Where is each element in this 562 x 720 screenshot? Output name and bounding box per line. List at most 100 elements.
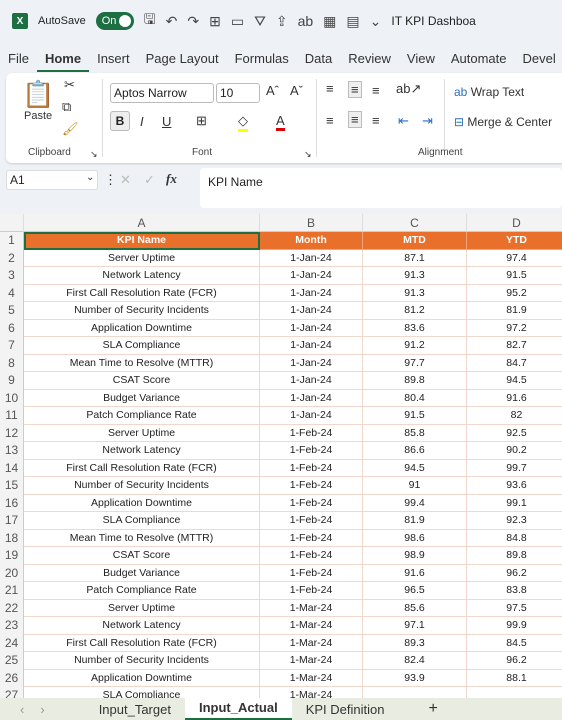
table-cell[interactable]: 99.9 bbox=[467, 617, 562, 635]
header-cell[interactable]: YTD bbox=[467, 232, 562, 250]
share-icon[interactable]: ⇪ bbox=[276, 13, 288, 30]
table-cell[interactable]: 1-Jan-24 bbox=[260, 302, 363, 320]
row-header[interactable]: 23 bbox=[0, 617, 24, 635]
menu-tab-review[interactable]: Review bbox=[340, 46, 399, 72]
row-header[interactable]: 3 bbox=[0, 267, 24, 285]
chevron-down-icon[interactable]: ⌄ bbox=[86, 172, 94, 183]
row-header[interactable]: 6 bbox=[0, 319, 24, 337]
table-cell[interactable]: 81.9 bbox=[363, 512, 467, 530]
table-cell[interactable]: 1-Jan-24 bbox=[260, 407, 363, 425]
align-right-icon[interactable]: ≡ bbox=[372, 113, 380, 128]
orientation-icon[interactable]: ab↗ bbox=[396, 81, 421, 97]
column-header-b[interactable]: B bbox=[260, 214, 363, 232]
align-center-icon[interactable]: ≡ bbox=[348, 111, 362, 128]
formula-input[interactable]: KPI Name bbox=[200, 168, 562, 208]
menu-tab-file[interactable]: File bbox=[0, 46, 37, 72]
row-header[interactable]: 9 bbox=[0, 372, 24, 390]
table-cell[interactable]: 85.6 bbox=[363, 599, 467, 617]
dialog-launcher-icon[interactable]: ↘ bbox=[304, 149, 312, 160]
increase-font-icon[interactable]: Aˆ bbox=[266, 83, 279, 98]
wrap-text-button[interactable]: ab Wrap Text bbox=[454, 85, 524, 99]
table-cell[interactable]: CSAT Score bbox=[24, 547, 260, 565]
menu-tab-formulas[interactable]: Formulas bbox=[227, 46, 297, 72]
table-cell[interactable] bbox=[467, 687, 562, 698]
bold-button[interactable]: B bbox=[110, 111, 130, 131]
menu-tab-home[interactable]: Home bbox=[36, 46, 90, 72]
table-cell[interactable]: 89.3 bbox=[363, 634, 467, 652]
table-cell[interactable]: SLA Compliance bbox=[24, 687, 260, 698]
calculator-icon[interactable]: ▤ bbox=[346, 13, 359, 30]
table-cell[interactable]: 96.2 bbox=[467, 565, 562, 582]
table-cell[interactable]: 1-Feb-24 bbox=[260, 424, 363, 442]
filter-icon[interactable]: ⛛ bbox=[254, 13, 266, 30]
sheet-tab-input-target[interactable]: Input_Target bbox=[85, 702, 185, 717]
table-cell[interactable]: 85.8 bbox=[363, 424, 467, 442]
borders-icon[interactable]: ⊞ bbox=[196, 113, 207, 129]
row-header[interactable]: 13 bbox=[0, 442, 24, 460]
table-cell[interactable]: Patch Compliance Rate bbox=[24, 407, 260, 425]
table-cell[interactable]: 81.9 bbox=[467, 302, 562, 320]
decrease-indent-icon[interactable]: ⇤ bbox=[398, 113, 409, 129]
table-cell[interactable]: 1-Mar-24 bbox=[260, 652, 363, 670]
table-cell[interactable]: 84.7 bbox=[467, 355, 562, 372]
table-cell[interactable]: 1-Mar-24 bbox=[260, 687, 363, 698]
table-cell[interactable]: SLA Compliance bbox=[24, 512, 260, 530]
row-header[interactable]: 25 bbox=[0, 652, 24, 670]
row-header[interactable]: 20 bbox=[0, 564, 24, 582]
row-header[interactable]: 2 bbox=[0, 249, 24, 267]
table-cell[interactable]: Server Uptime bbox=[24, 424, 260, 442]
table-cell[interactable]: 89.8 bbox=[363, 372, 467, 390]
table-cell[interactable]: CSAT Score bbox=[24, 372, 260, 390]
table-cell[interactable]: 82 bbox=[467, 407, 562, 425]
autosave-toggle[interactable]: On bbox=[95, 12, 134, 30]
table-cell[interactable]: Mean Time to Resolve (MTTR) bbox=[24, 529, 260, 547]
table-cell[interactable]: 1-Feb-24 bbox=[260, 494, 363, 512]
enter-icon[interactable]: ✓ bbox=[144, 172, 155, 188]
row-header[interactable]: 17 bbox=[0, 512, 24, 530]
table-cell[interactable]: 91.3 bbox=[363, 267, 467, 285]
table-cell[interactable]: Number of Security Incidents bbox=[24, 477, 260, 495]
table-cell[interactable]: 1-Jan-24 bbox=[260, 319, 363, 337]
table-cell[interactable]: 94.5 bbox=[467, 372, 562, 390]
table-cell[interactable]: 96.2 bbox=[467, 652, 562, 670]
table-cell[interactable]: 1-Jan-24 bbox=[260, 337, 363, 355]
cancel-icon[interactable]: ✕ bbox=[120, 172, 131, 188]
table-cell[interactable]: 96.5 bbox=[363, 582, 467, 600]
table-cell[interactable]: 1-Feb-24 bbox=[260, 564, 363, 582]
table-cell[interactable]: 91.3 bbox=[363, 284, 467, 302]
table-cell[interactable]: 1-Jan-24 bbox=[260, 389, 363, 407]
undo-icon[interactable]: ↶ bbox=[166, 13, 178, 30]
table-cell[interactable]: 1-Feb-24 bbox=[260, 512, 363, 530]
table-cell[interactable]: 1-Jan-24 bbox=[260, 249, 363, 267]
row-header[interactable]: 24 bbox=[0, 634, 24, 652]
middle-align-icon[interactable]: ≡ bbox=[348, 81, 362, 98]
table-cell[interactable]: 97.7 bbox=[363, 354, 467, 372]
row-header[interactable]: 16 bbox=[0, 494, 24, 512]
table-cell[interactable]: Number of Security Incidents bbox=[24, 302, 260, 320]
table-cell[interactable]: 99.7 bbox=[467, 460, 562, 477]
align-left-icon[interactable]: ≡ bbox=[326, 113, 334, 128]
paste-button[interactable]: Paste bbox=[24, 110, 52, 122]
row-header[interactable]: 22 bbox=[0, 599, 24, 617]
table-cell[interactable]: First Call Resolution Rate (FCR) bbox=[24, 459, 260, 477]
table-icon[interactable]: ▦ bbox=[323, 13, 336, 30]
table-cell[interactable]: Mean Time to Resolve (MTTR) bbox=[24, 354, 260, 372]
copy-icon[interactable]: ⧉ bbox=[62, 99, 71, 115]
font-name-select[interactable]: Aptos Narrow bbox=[110, 83, 214, 103]
table-cell[interactable]: 92.3 bbox=[467, 512, 562, 530]
table-cell[interactable]: 1-Feb-24 bbox=[260, 582, 363, 600]
table-cell[interactable]: Number of Security Incidents bbox=[24, 652, 260, 670]
table-cell[interactable]: 91.6 bbox=[363, 564, 467, 582]
table-cell[interactable]: 89.8 bbox=[467, 547, 562, 565]
table-cell[interactable]: 91 bbox=[363, 477, 467, 495]
save-icon[interactable]: 🖫 bbox=[144, 9, 156, 33]
format-painter-icon[interactable]: 🖌 bbox=[62, 121, 79, 137]
table-cell[interactable]: Network Latency bbox=[24, 617, 260, 635]
table-cell[interactable]: Server Uptime bbox=[24, 599, 260, 617]
table-cell[interactable]: 99.4 bbox=[363, 494, 467, 512]
table-cell[interactable]: Budget Variance bbox=[24, 389, 260, 407]
font-size-select[interactable]: 10 bbox=[216, 83, 260, 103]
table-cell[interactable]: First Call Resolution Rate (FCR) bbox=[24, 284, 260, 302]
table-cell[interactable]: 86.6 bbox=[363, 442, 467, 460]
menu-tab-insert[interactable]: Insert bbox=[89, 46, 138, 72]
